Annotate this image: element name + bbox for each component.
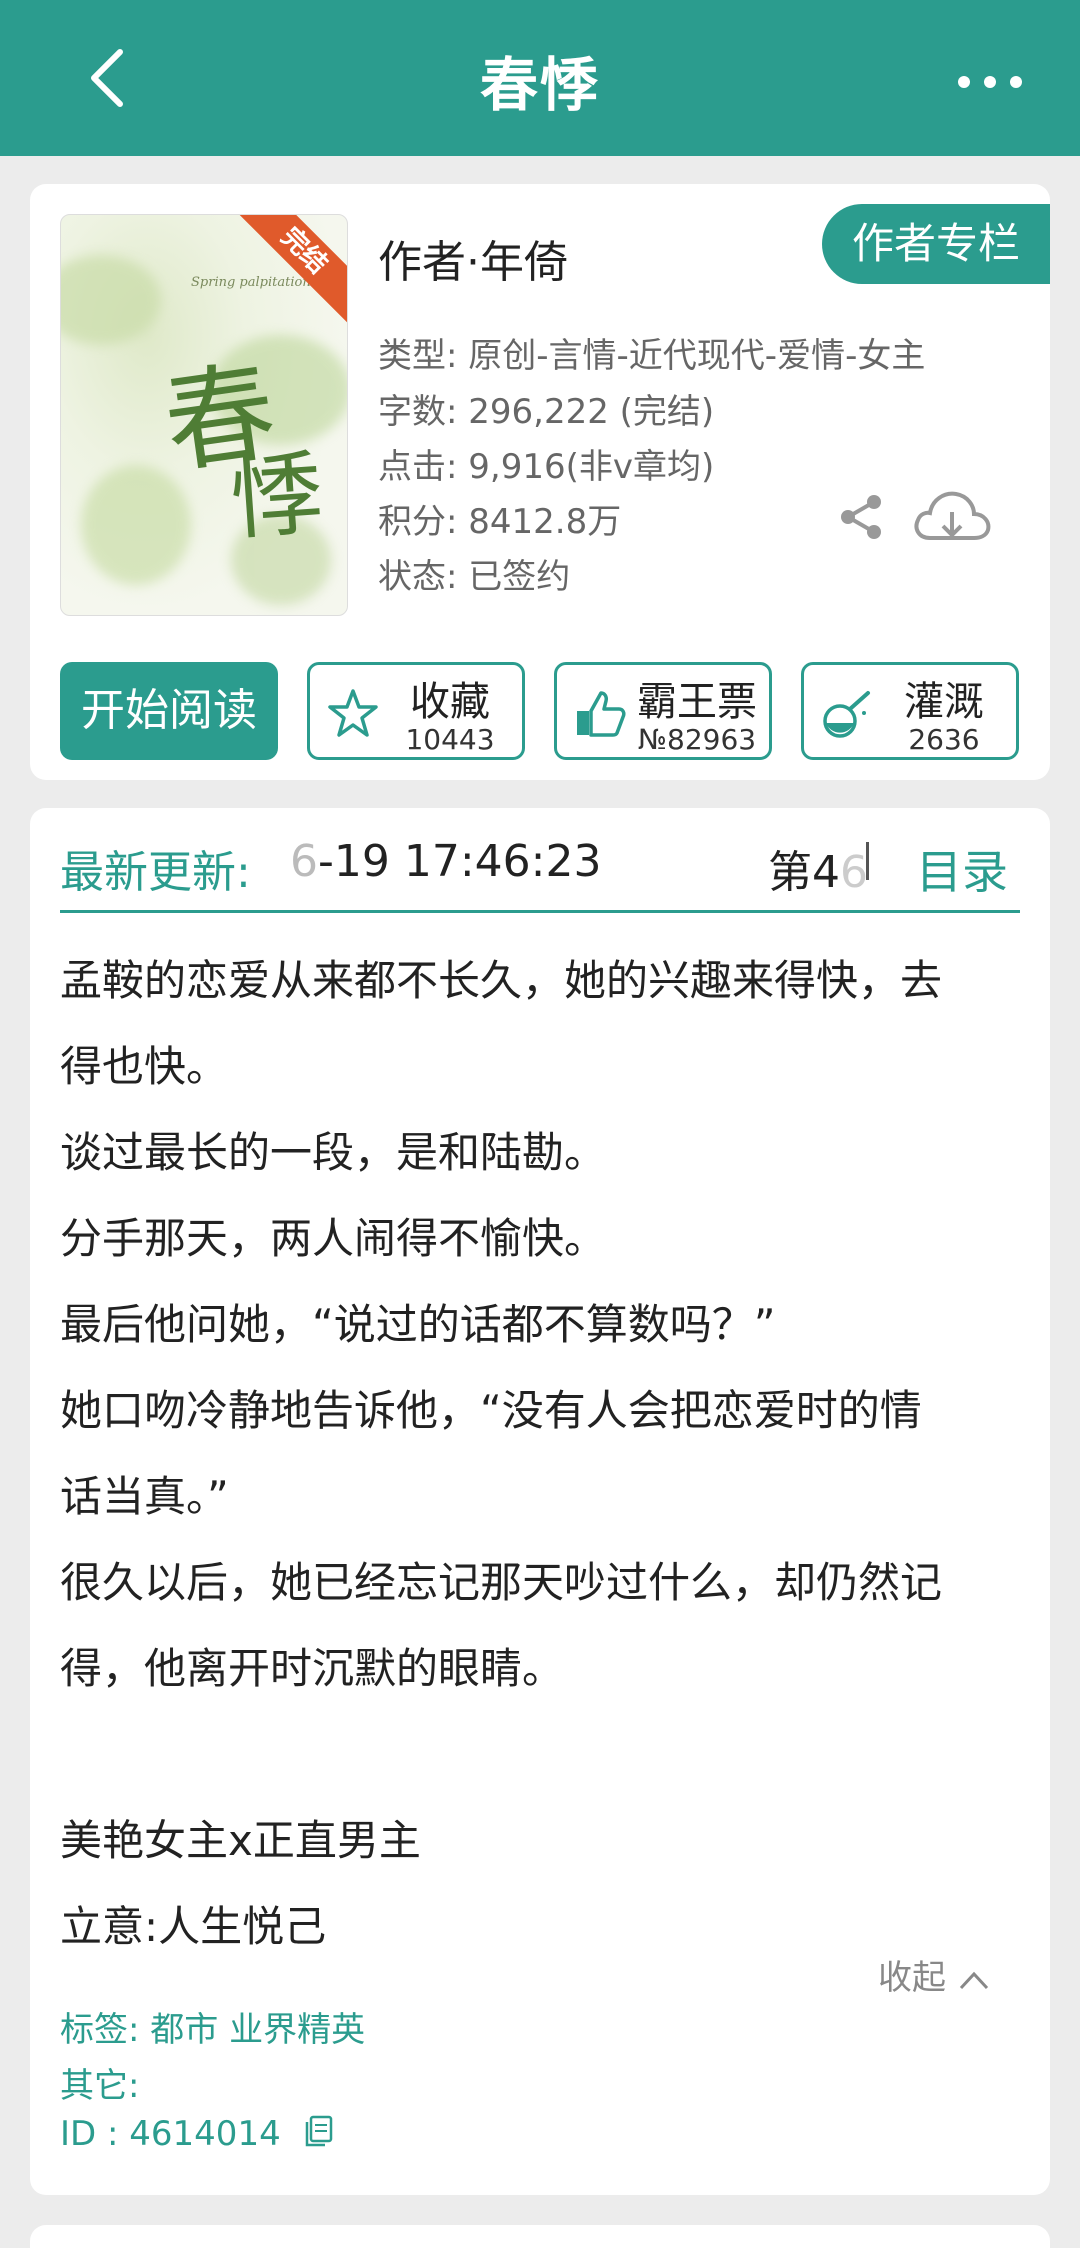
collapse-label: 收起	[878, 1958, 946, 1998]
more-dots-icon	[958, 76, 970, 88]
intro-line: 她口吻冷静地告诉他，“没有人会把恋爱时的情	[60, 1386, 922, 1435]
author-column-button[interactable]: 作者专栏	[822, 204, 1050, 284]
info-words-value: 296,222 (完结)	[468, 392, 715, 432]
cloud-download-icon	[914, 491, 991, 540]
flask-icon	[823, 691, 870, 738]
intro-line: 立意:人生悦己	[60, 1902, 327, 1951]
favorite-button[interactable]: 收藏 10443	[307, 662, 525, 760]
favorite-label: 收藏	[410, 679, 490, 725]
table-of-contents-button[interactable]: 目录	[916, 836, 1008, 902]
book-intro-text: 孟鞍的恋爱从来都不长久，她的兴趣来得快，去 得也快。 谈过最长的一段，是和陆勘。…	[60, 938, 1020, 1970]
completed-badge: 完结	[229, 215, 347, 326]
chapter-prefix: 第4	[768, 847, 840, 898]
info-type-key: 类型:	[378, 336, 469, 376]
id-row: ID : 4614014	[60, 2114, 334, 2157]
top-app-bar: 春悸	[0, 0, 1080, 156]
info-status-key: 状态:	[378, 557, 469, 597]
more-button[interactable]	[950, 52, 1030, 108]
info-type-value: 原创-言情-近代现代-爱情-女主	[468, 336, 926, 376]
intro-line: 话当真。”	[60, 1472, 229, 1521]
latest-chapter[interactable]: 第46	[768, 836, 868, 900]
overlord-ticket-button[interactable]: 霸王票 №82963	[554, 662, 772, 760]
author-name[interactable]: 作者·年倚	[378, 226, 568, 290]
intro-line: 得，他离开时沉默的眼睛。	[60, 1644, 565, 1693]
intro-line	[60, 1712, 1020, 1798]
info-clicks: 点击: 9,916(非v章均)	[378, 439, 714, 488]
id-key: ID :	[60, 2114, 130, 2154]
ticket-rank: №82963	[637, 723, 757, 756]
info-score-value: 8412.8万	[468, 502, 622, 542]
info-score-key: 积分:	[378, 502, 469, 542]
update-divider	[60, 910, 1020, 913]
id-value: 4614014	[129, 2114, 281, 2154]
toc-divider	[866, 842, 869, 880]
cover-subtitle: Spring palpitation	[191, 275, 311, 290]
start-reading-button[interactable]: 开始阅读	[60, 662, 278, 760]
book-cover[interactable]: Spring palpitation 春 悸 完结	[60, 214, 348, 616]
star-icon	[328, 689, 378, 737]
intro-line: 美艳女主x正直男主	[60, 1816, 421, 1865]
intro-line: 最后他问她，“说过的话都不算数吗？”	[60, 1300, 776, 1349]
thumbs-up-icon	[577, 691, 626, 737]
chevron-up-icon	[959, 1971, 988, 1989]
next-section-card	[30, 2225, 1050, 2248]
intro-line: 孟鞍的恋爱从来都不长久，她的兴趣来得快，去	[60, 956, 943, 1005]
share-button[interactable]	[836, 492, 886, 542]
info-type: 类型: 原创-言情-近代现代-爱情-女主	[378, 328, 925, 377]
intro-line: 分手那天，两人闹得不愉快。	[60, 1214, 607, 1263]
tags-row: 标签: 都市 业界精英	[60, 2002, 365, 2051]
copy-icon	[305, 2115, 332, 2147]
intro-line: 很久以后，她已经忘记那天吵过什么，却仍然记	[60, 1558, 943, 1607]
irrigate-count: 2636	[908, 723, 980, 756]
chapter-faded: 6	[840, 847, 868, 898]
page-title: 春悸	[479, 51, 600, 119]
info-words: 字数: 296,222 (完结)	[378, 384, 714, 433]
irrigate-button[interactable]: 灌溉 2636	[801, 662, 1019, 760]
intro-line: 得也快。	[60, 1042, 229, 1091]
info-words-key: 字数:	[378, 392, 469, 432]
share-icon	[841, 495, 881, 539]
update-time-faded: 6	[290, 836, 318, 887]
copy-button[interactable]	[302, 2114, 334, 2157]
info-clicks-value: 9,916(非v章均)	[468, 447, 715, 487]
other-row: 其它:	[60, 2058, 139, 2107]
tags-value[interactable]: 都市 业界精英	[150, 2010, 365, 2050]
irrigate-label: 灌溉	[904, 679, 984, 725]
info-clicks-key: 点击:	[378, 447, 469, 487]
info-status: 状态: 已签约	[378, 549, 570, 598]
collapse-button[interactable]: 收起	[878, 1950, 991, 1999]
info-status-value: 已签约	[468, 557, 571, 597]
latest-update-time[interactable]: 6-19 17:46:23	[290, 836, 601, 887]
other-key: 其它:	[60, 2066, 140, 2106]
book-info-card: Spring palpitation 春 悸 完结 作者·年倚 作者专栏 类型:…	[30, 184, 1050, 780]
update-time-text: -19 17:46:23	[318, 836, 602, 887]
book-intro-card: 最新更新: 6-19 17:46:23 第46 目录 孟鞍的恋爱从来都不长久，她…	[30, 808, 1050, 2195]
favorite-count: 10443	[405, 723, 495, 756]
info-score: 积分: 8412.8万	[378, 494, 621, 543]
intro-line: 谈过最长的一段，是和陆勘。	[60, 1128, 607, 1177]
cover-title-char-2: 悸	[227, 439, 327, 554]
tags-key: 标签:	[60, 2010, 151, 2050]
download-button[interactable]	[910, 484, 994, 548]
latest-update-label: 最新更新:	[60, 847, 251, 898]
ticket-label: 霸王票	[637, 679, 757, 725]
